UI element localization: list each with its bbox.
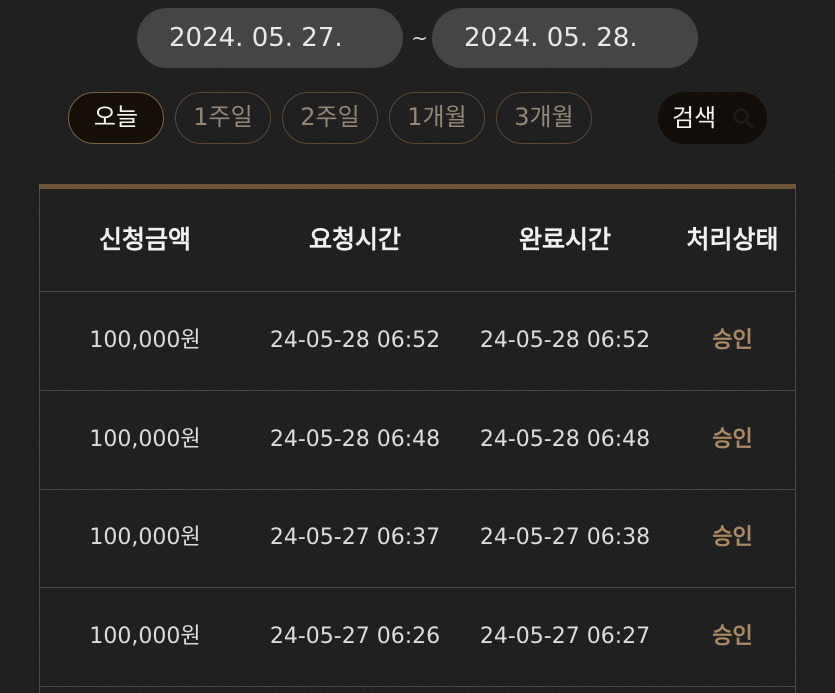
amount-cell: 100,000원 bbox=[89, 624, 201, 649]
search-button[interactable]: 검색 bbox=[658, 92, 767, 144]
request-time-cell: 24-05-27 06:37 bbox=[269, 525, 441, 550]
amount-cell: 100,000원 bbox=[89, 525, 201, 550]
status-badge: 승인 bbox=[712, 328, 753, 353]
column-header-request-time: 요청시간 bbox=[308, 225, 401, 254]
request-time-cell: 24-05-28 06:48 bbox=[269, 427, 441, 452]
column-header-status: 처리상태 bbox=[686, 225, 779, 254]
search-button-label: 검색 bbox=[672, 104, 717, 132]
status-badge: 승인 bbox=[712, 427, 753, 452]
request-time-cell: 24-05-28 06:52 bbox=[269, 328, 441, 353]
amount-cell: 100,000원 bbox=[89, 427, 201, 452]
search-icon bbox=[733, 108, 754, 129]
table-row: 100,000원 24-05-28 06:52 24-05-28 06:52 승… bbox=[40, 292, 795, 391]
period-button-3-months[interactable]: 3개월 bbox=[496, 92, 592, 144]
request-time-cell: 24-05-27 06:26 bbox=[269, 624, 441, 649]
table-row: 100,000원 24-05-27 06:26 24-05-27 06:27 승… bbox=[40, 588, 795, 687]
period-button-1-month[interactable]: 1개월 bbox=[389, 92, 485, 144]
amount-cell: 100,000원 bbox=[89, 328, 201, 353]
table-row: 100,000원 24-05-28 06:48 24-05-28 06:48 승… bbox=[40, 391, 795, 490]
complete-time-cell: 24-05-27 06:38 bbox=[479, 525, 651, 550]
complete-time-cell: 24-05-27 06:27 bbox=[479, 624, 651, 649]
date-range: 2024. 05. 27. ~ 2024. 05. 28. bbox=[137, 8, 698, 68]
period-button-today[interactable]: 오늘 bbox=[68, 92, 164, 144]
history-table: 신청금액 요청시간 완료시간 처리상태 100,000원 24-05-28 06… bbox=[39, 184, 796, 693]
status-badge: 승인 bbox=[712, 624, 753, 649]
column-header-amount: 신청금액 bbox=[98, 225, 191, 254]
complete-time-cell: 24-05-28 06:48 bbox=[479, 427, 651, 452]
status-badge: 승인 bbox=[712, 525, 753, 550]
table-row: 100,000원 24-05-27 06:37 24-05-27 06:38 승… bbox=[40, 489, 795, 588]
column-header-complete-time: 완료시간 bbox=[518, 225, 611, 254]
end-date-input[interactable]: 2024. 05. 28. bbox=[432, 8, 698, 68]
table-header-row: 신청금액 요청시간 완료시간 처리상태 bbox=[40, 189, 795, 292]
period-button-1-week[interactable]: 1주일 bbox=[175, 92, 271, 144]
date-range-separator: ~ bbox=[411, 26, 428, 50]
period-button-2-weeks[interactable]: 2주일 bbox=[282, 92, 378, 144]
complete-time-cell: 24-05-28 06:52 bbox=[479, 328, 651, 353]
start-date-input[interactable]: 2024. 05. 27. bbox=[137, 8, 403, 68]
